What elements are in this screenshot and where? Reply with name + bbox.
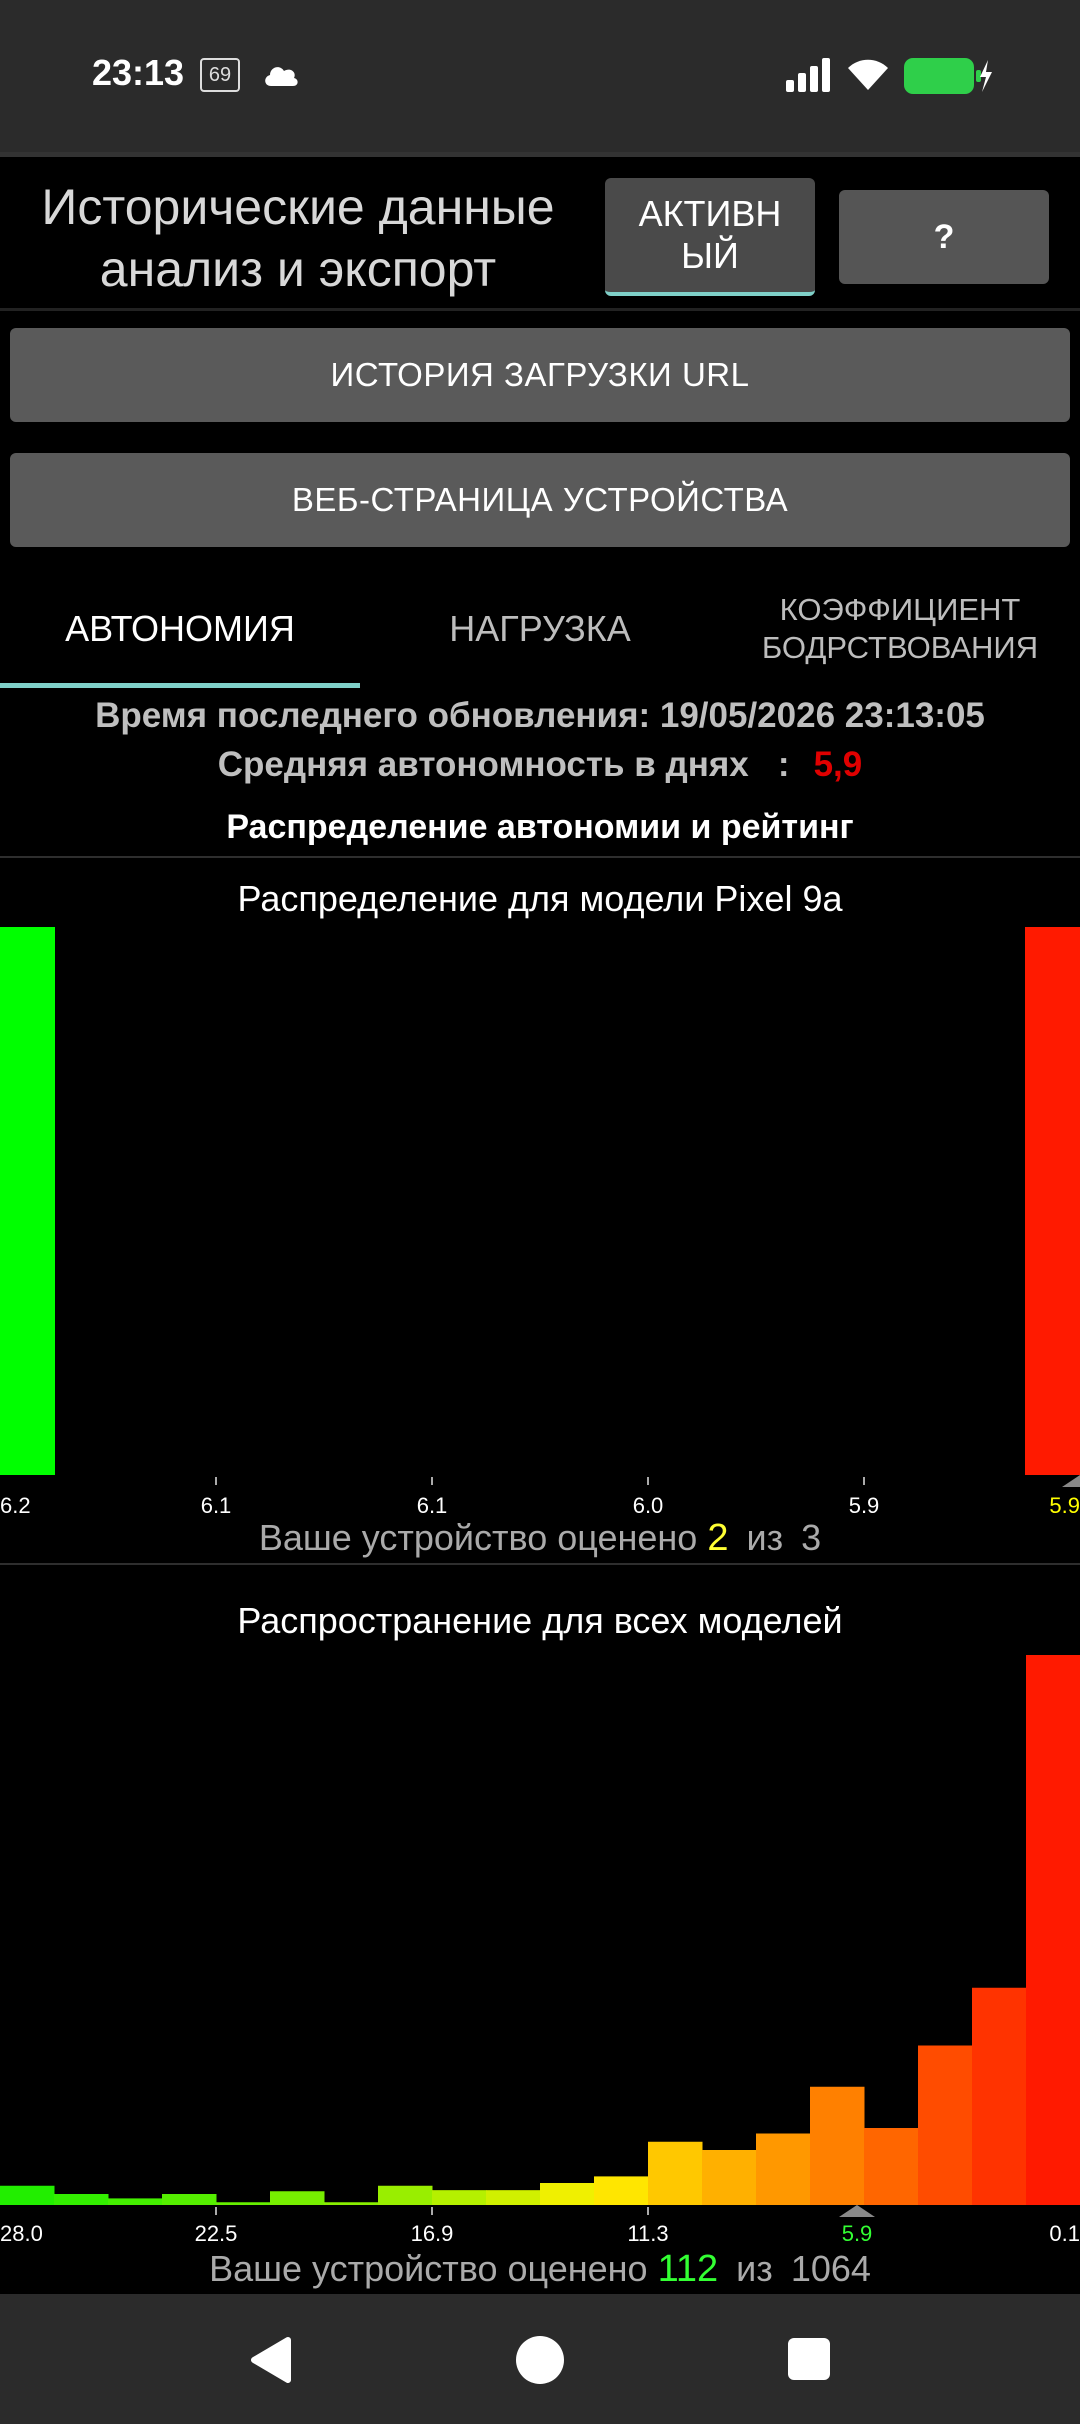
all-bar-15 <box>810 2086 865 2205</box>
all-tick-label-3: 11.3 <box>627 2221 668 2245</box>
model-rank-total: 3 <box>801 1517 822 1558</box>
average-autonomy: Средняя автономность в днях : 5,9 <box>0 745 1080 785</box>
home-icon[interactable] <box>516 2336 564 2384</box>
all-bar-10 <box>540 2183 595 2205</box>
all-bar-19 <box>1026 1655 1080 2205</box>
all-tick-label-1: 22.5 <box>195 2221 238 2245</box>
model-rank-value: 2 <box>707 1517 729 1559</box>
top-divider <box>0 152 1080 157</box>
average-autonomy-value: 5,9 <box>813 745 863 784</box>
all-tick-label-0: 28.0 <box>0 2221 43 2245</box>
all-bar-18 <box>972 1987 1027 2205</box>
all-bar-3 <box>162 2194 217 2205</box>
all-bar-2 <box>108 2198 163 2205</box>
tab-wake-ratio[interactable]: КОЭФФИЦИЕНТ БОДРСТВОВАНИЯ <box>720 570 1080 688</box>
all-rank-sep: из <box>736 2248 773 2289</box>
average-autonomy-label: Средняя автономность в днях : <box>217 745 790 784</box>
all-bar-0 <box>0 2185 55 2205</box>
recent-apps-icon[interactable] <box>788 2338 830 2380</box>
all-bar-1 <box>54 2194 109 2205</box>
all-bar-9 <box>486 2190 541 2205</box>
status-time: 23:13 <box>92 52 185 93</box>
all-rank-total: 1064 <box>790 2248 871 2289</box>
all-rank-value: 112 <box>657 2248 719 2290</box>
url-history-button[interactable]: ИСТОРИЯ ЗАГРУЗКИ URL <box>10 328 1070 422</box>
all-bar-12 <box>648 2141 703 2205</box>
all-tick-label-4: 5.9 <box>842 2221 873 2245</box>
last-update-text: Время последнего обновления: 19/05/2026 … <box>95 696 985 735</box>
model-rank-prefix: Ваше устройство оценено <box>258 1517 698 1558</box>
all-your-device-marker <box>839 2205 875 2217</box>
page-title: Исторические данные анализ и экспорт <box>0 176 596 300</box>
model-chart-title: Распределение для модели Pixel 9a <box>237 878 843 919</box>
page-title-line2: анализ и экспорт <box>99 241 497 297</box>
model-your-device-marker <box>1062 1475 1080 1487</box>
page-title-line1: Исторические данные <box>41 179 555 235</box>
all-bar-13 <box>702 2150 757 2205</box>
chart-divider <box>0 1563 1080 1565</box>
cloud-icon <box>265 67 298 86</box>
all-tick-label-5: 0.1 <box>1049 2221 1080 2245</box>
all-bar-8 <box>432 2190 487 2205</box>
model-tick-label-2: 6.1 <box>417 1493 448 1515</box>
all-models-chart-title: Распространение для всех моделей <box>237 1600 843 1641</box>
all-bar-16 <box>864 2128 919 2205</box>
distribution-section-title: Распределение автономии и рейтинг <box>226 808 854 846</box>
all-tick-label-2: 16.9 <box>411 2221 454 2245</box>
help-button[interactable]: ? <box>839 190 1049 284</box>
all-bar-6 <box>324 2202 379 2205</box>
device-webpage-button[interactable]: ВЕБ-СТРАНИЦА УСТРОЙСТВА <box>10 453 1070 547</box>
all-bar-11 <box>594 2176 649 2205</box>
signal-icon <box>786 58 830 92</box>
model-bar-0 <box>0 927 55 1475</box>
all-bar-7 <box>378 2185 433 2205</box>
active-tab-indicator <box>0 683 360 688</box>
notification-badge-icon: 69 <box>200 58 240 92</box>
model-tick-label-4: 5.9 <box>849 1493 880 1515</box>
all-bar-5 <box>270 2191 325 2205</box>
header-divider <box>0 308 1080 311</box>
back-icon[interactable] <box>248 2336 292 2384</box>
all-rank-text: Ваше устройство оценено 112 из 1064 <box>0 2248 1080 2291</box>
active-toggle-button[interactable]: АКТИВНЫЙ <box>605 178 815 296</box>
model-bar-5 <box>1025 927 1080 1475</box>
status-bar: 23:13 69 <box>0 0 1080 152</box>
tab-load[interactable]: НАГРУЗКА <box>360 570 720 688</box>
all-bar-17 <box>918 2045 973 2205</box>
wifi-icon <box>848 59 888 90</box>
active-toggle-label: АКТИВНЫЙ <box>638 193 782 276</box>
model-tick-label-3: 6.0 <box>633 1493 664 1515</box>
all-bar-4 <box>216 2202 271 2205</box>
all-rank-prefix: Ваше устройство оценено <box>209 2248 648 2289</box>
battery-charging-icon <box>904 58 992 94</box>
all-bar-14 <box>756 2133 811 2205</box>
tab-autonomy[interactable]: АВТОНОМИЯ <box>0 570 360 688</box>
model-distribution-chart: 6.2 6.1 6.1 6.0 5.9 5.9 <box>0 927 1080 1515</box>
all-models-distribution-chart: 28.0 22.5 16.9 11.3 5.9 0.1 <box>0 1655 1080 2245</box>
model-tick-label-0: 6.2 <box>0 1493 31 1515</box>
model-tick-label-1: 6.1 <box>201 1493 232 1515</box>
model-rank-sep: из <box>746 1517 784 1558</box>
section-divider <box>0 856 1080 858</box>
model-rank-text: Ваше устройство оценено 2 из 3 <box>0 1517 1080 1560</box>
model-tick-label-5: 5.9 <box>1049 1493 1080 1515</box>
